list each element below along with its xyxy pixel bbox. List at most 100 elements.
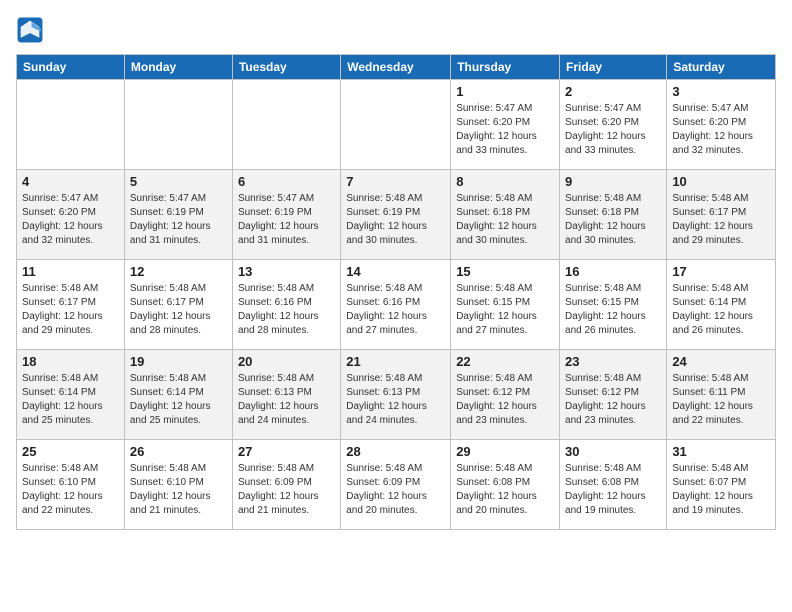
- calendar-cell: 25 Sunrise: 5:48 AM Sunset: 6:10 PM Dayli…: [17, 440, 125, 530]
- day-number: 7: [346, 174, 445, 189]
- day-info: Sunrise: 5:48 AM Sunset: 6:13 PM Dayligh…: [346, 372, 445, 428]
- day-info: Sunrise: 5:48 AM Sunset: 6:08 PM Dayligh…: [565, 462, 661, 518]
- header-saturday: Saturday: [667, 55, 776, 80]
- day-info: Sunrise: 5:48 AM Sunset: 6:09 PM Dayligh…: [238, 462, 335, 518]
- day-number: 6: [238, 174, 335, 189]
- day-number: 29: [456, 444, 554, 459]
- calendar-cell: 7 Sunrise: 5:48 AM Sunset: 6:19 PM Daylig…: [341, 170, 451, 260]
- calendar-cell: 8 Sunrise: 5:48 AM Sunset: 6:18 PM Daylig…: [451, 170, 560, 260]
- header-thursday: Thursday: [451, 55, 560, 80]
- calendar-header-row: SundayMondayTuesdayWednesdayThursdayFrid…: [17, 55, 776, 80]
- logo-icon: [16, 16, 44, 44]
- day-number: 20: [238, 354, 335, 369]
- day-info: Sunrise: 5:48 AM Sunset: 6:14 PM Dayligh…: [130, 372, 227, 428]
- calendar-cell: [232, 80, 340, 170]
- week-row-1: 1 Sunrise: 5:47 AM Sunset: 6:20 PM Daylig…: [17, 80, 776, 170]
- day-number: 19: [130, 354, 227, 369]
- week-row-5: 25 Sunrise: 5:48 AM Sunset: 6:10 PM Dayli…: [17, 440, 776, 530]
- calendar-cell: [341, 80, 451, 170]
- day-number: 4: [22, 174, 119, 189]
- calendar-cell: 6 Sunrise: 5:47 AM Sunset: 6:19 PM Daylig…: [232, 170, 340, 260]
- day-number: 3: [672, 84, 770, 99]
- day-info: Sunrise: 5:48 AM Sunset: 6:11 PM Dayligh…: [672, 372, 770, 428]
- day-info: Sunrise: 5:48 AM Sunset: 6:17 PM Dayligh…: [22, 282, 119, 338]
- day-number: 5: [130, 174, 227, 189]
- day-info: Sunrise: 5:48 AM Sunset: 6:14 PM Dayligh…: [22, 372, 119, 428]
- calendar-cell: 26 Sunrise: 5:48 AM Sunset: 6:10 PM Dayli…: [124, 440, 232, 530]
- day-number: 25: [22, 444, 119, 459]
- calendar-cell: 17Sunrise: 5:48 AM Sunset: 6:14 PM Dayli…: [667, 260, 776, 350]
- calendar-cell: 15 Sunrise: 5:48 AM Sunset: 6:15 PM Dayli…: [451, 260, 560, 350]
- calendar-cell: 11 Sunrise: 5:48 AM Sunset: 6:17 PM Dayli…: [17, 260, 125, 350]
- day-info: Sunrise: 5:48 AM Sunset: 6:16 PM Dayligh…: [346, 282, 445, 338]
- day-number: 1: [456, 84, 554, 99]
- calendar-cell: 21 Sunrise: 5:48 AM Sunset: 6:13 PM Dayli…: [341, 350, 451, 440]
- day-info: Sunrise: 5:48 AM Sunset: 6:18 PM Dayligh…: [565, 192, 661, 248]
- day-number: 18: [22, 354, 119, 369]
- day-number: 2: [565, 84, 661, 99]
- header-tuesday: Tuesday: [232, 55, 340, 80]
- logo: [16, 16, 48, 44]
- day-number: 26: [130, 444, 227, 459]
- calendar-table: SundayMondayTuesdayWednesdayThursdayFrid…: [16, 54, 776, 530]
- day-info: Sunrise: 5:48 AM Sunset: 6:17 PM Dayligh…: [672, 192, 770, 248]
- calendar-cell: 14 Sunrise: 5:48 AM Sunset: 6:16 PM Dayli…: [341, 260, 451, 350]
- header-wednesday: Wednesday: [341, 55, 451, 80]
- day-info: Sunrise: 5:48 AM Sunset: 6:18 PM Dayligh…: [456, 192, 554, 248]
- day-number: 31: [672, 444, 770, 459]
- day-info: Sunrise: 5:47 AM Sunset: 6:20 PM Dayligh…: [22, 192, 119, 248]
- day-number: 30: [565, 444, 661, 459]
- day-number: 10: [672, 174, 770, 189]
- day-number: 11: [22, 264, 119, 279]
- week-row-2: 4 Sunrise: 5:47 AM Sunset: 6:20 PM Daylig…: [17, 170, 776, 260]
- calendar-cell: 30 Sunrise: 5:48 AM Sunset: 6:08 PM Dayli…: [560, 440, 667, 530]
- header-friday: Friday: [560, 55, 667, 80]
- day-info: Sunrise: 5:48 AM Sunset: 6:12 PM Dayligh…: [565, 372, 661, 428]
- day-info: Sunrise: 5:48 AM Sunset: 6:15 PM Dayligh…: [456, 282, 554, 338]
- day-number: 27: [238, 444, 335, 459]
- day-info: Sunrise: 5:48 AM Sunset: 6:10 PM Dayligh…: [130, 462, 227, 518]
- calendar-cell: 12Sunrise: 5:48 AM Sunset: 6:17 PM Dayli…: [124, 260, 232, 350]
- calendar-cell: 4 Sunrise: 5:47 AM Sunset: 6:20 PM Daylig…: [17, 170, 125, 260]
- calendar-cell: 5 Sunrise: 5:47 AM Sunset: 6:19 PM Daylig…: [124, 170, 232, 260]
- calendar-cell: 3 Sunrise: 5:47 AM Sunset: 6:20 PM Daylig…: [667, 80, 776, 170]
- day-number: 21: [346, 354, 445, 369]
- calendar-cell: 28 Sunrise: 5:48 AM Sunset: 6:09 PM Dayli…: [341, 440, 451, 530]
- calendar-cell: 19 Sunrise: 5:48 AM Sunset: 6:14 PM Dayli…: [124, 350, 232, 440]
- calendar-cell: 9 Sunrise: 5:48 AM Sunset: 6:18 PM Daylig…: [560, 170, 667, 260]
- calendar-cell: 10 Sunrise: 5:48 AM Sunset: 6:17 PM Dayli…: [667, 170, 776, 260]
- week-row-4: 18 Sunrise: 5:48 AM Sunset: 6:14 PM Dayli…: [17, 350, 776, 440]
- day-info: Sunrise: 5:48 AM Sunset: 6:10 PM Dayligh…: [22, 462, 119, 518]
- day-number: 24: [672, 354, 770, 369]
- day-info: Sunrise: 5:48 AM Sunset: 6:19 PM Dayligh…: [346, 192, 445, 248]
- day-info: Sunrise: 5:47 AM Sunset: 6:20 PM Dayligh…: [565, 102, 661, 158]
- day-info: Sunrise: 5:48 AM Sunset: 6:08 PM Dayligh…: [456, 462, 554, 518]
- day-info: Sunrise: 5:48 AM Sunset: 6:16 PM Dayligh…: [238, 282, 335, 338]
- calendar-cell: 18 Sunrise: 5:48 AM Sunset: 6:14 PM Dayli…: [17, 350, 125, 440]
- header-monday: Monday: [124, 55, 232, 80]
- day-info: Sunrise: 5:47 AM Sunset: 6:19 PM Dayligh…: [238, 192, 335, 248]
- day-number: 23: [565, 354, 661, 369]
- calendar-cell: 20Sunrise: 5:48 AM Sunset: 6:13 PM Dayli…: [232, 350, 340, 440]
- day-info: Sunrise: 5:48 AM Sunset: 6:09 PM Dayligh…: [346, 462, 445, 518]
- day-number: 8: [456, 174, 554, 189]
- day-number: 15: [456, 264, 554, 279]
- calendar-cell: 22Sunrise: 5:48 AM Sunset: 6:12 PM Dayli…: [451, 350, 560, 440]
- calendar-cell: 2 Sunrise: 5:47 AM Sunset: 6:20 PM Daylig…: [560, 80, 667, 170]
- day-number: 28: [346, 444, 445, 459]
- day-info: Sunrise: 5:48 AM Sunset: 6:15 PM Dayligh…: [565, 282, 661, 338]
- day-number: 17: [672, 264, 770, 279]
- calendar-cell: 24 Sunrise: 5:48 AM Sunset: 6:11 PM Dayli…: [667, 350, 776, 440]
- calendar-cell: 16 Sunrise: 5:48 AM Sunset: 6:15 PM Dayli…: [560, 260, 667, 350]
- day-info: Sunrise: 5:48 AM Sunset: 6:07 PM Dayligh…: [672, 462, 770, 518]
- calendar-cell: 29 Sunrise: 5:48 AM Sunset: 6:08 PM Dayli…: [451, 440, 560, 530]
- day-number: 14: [346, 264, 445, 279]
- day-info: Sunrise: 5:47 AM Sunset: 6:19 PM Dayligh…: [130, 192, 227, 248]
- day-number: 22: [456, 354, 554, 369]
- header-sunday: Sunday: [17, 55, 125, 80]
- calendar-cell: 31 Sunrise: 5:48 AM Sunset: 6:07 PM Dayli…: [667, 440, 776, 530]
- calendar-cell: [17, 80, 125, 170]
- day-number: 9: [565, 174, 661, 189]
- day-number: 16: [565, 264, 661, 279]
- day-info: Sunrise: 5:47 AM Sunset: 6:20 PM Dayligh…: [672, 102, 770, 158]
